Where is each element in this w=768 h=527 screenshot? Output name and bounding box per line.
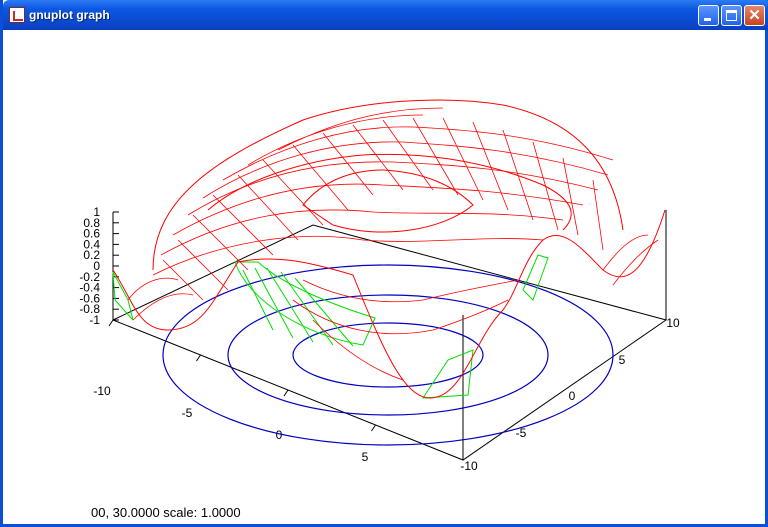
x-tick-mark [108,319,114,327]
x-tick-label: 5 [362,450,369,464]
x-tick-mark [283,389,289,397]
close-button[interactable]: ✕ [744,5,765,26]
y-tick-label: 10 [666,316,680,330]
window-title: gnuplot graph [29,8,110,22]
maximize-button[interactable] [721,5,742,26]
underside-left-hatch [242,267,354,347]
underside-right [522,254,549,301]
base-plane [112,224,668,461]
surface-underside [112,254,549,399]
surface-mesh-lines [127,107,659,381]
status-line: 00, 30.0000 scale: 1.0000 [91,505,241,520]
title-bar[interactable]: gnuplot graph ✕ [3,0,768,30]
close-icon: ✕ [748,7,761,24]
x-tick-label: 0 [276,428,283,442]
z-axis [112,210,667,460]
y-tick-label: 5 [619,353,626,367]
y-tick-label: -10 [460,459,478,473]
x-tick-label: -10 [93,384,111,398]
z-tick-label: -1 [89,313,100,327]
y-tick-label: 0 [569,389,576,403]
minimize-icon [704,18,711,21]
surface-plot: 10.80.60.40.20-0.2-0.4-0.6-0.8-1 -10-505… [79,99,680,473]
x-tick-mark [196,354,201,362]
gnuplot-app-icon[interactable] [9,7,25,23]
base-box [112,224,668,461]
maximize-icon [726,10,737,21]
z-axis-ticks: 10.80.60.40.20-0.2-0.4-0.6-0.8-1 [79,205,119,327]
gnuplot-window: gnuplot graph ✕ 1 0.8 0.6 0.4 0.2 0 -0.2 -0.4 -0… [0,0,768,527]
surface-crater [302,169,474,233]
x-tick-label: -5 [182,406,193,420]
surface-inner-ring [207,153,572,231]
minimize-button[interactable] [698,5,719,26]
underside-corner [112,271,134,321]
x-tick-mark [371,424,376,432]
y-axis-ticks: -10-50510 [460,316,680,473]
